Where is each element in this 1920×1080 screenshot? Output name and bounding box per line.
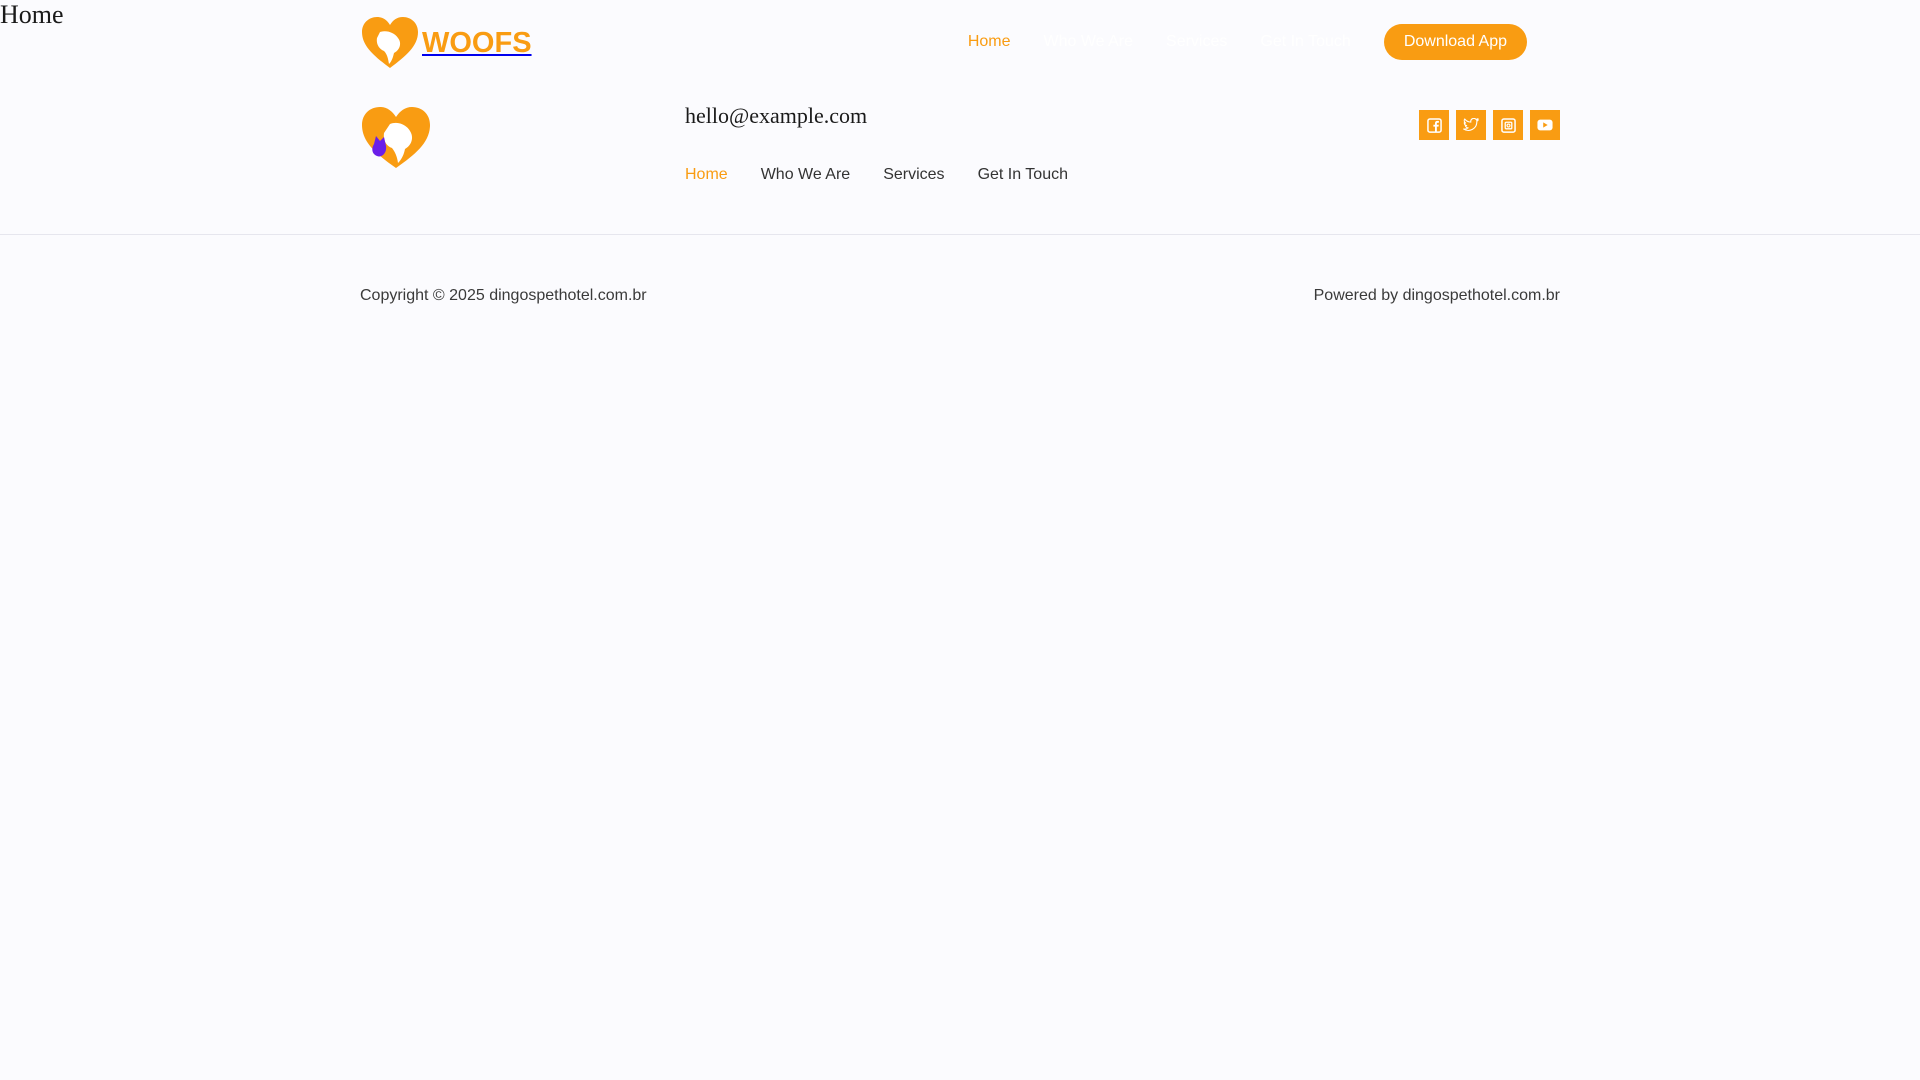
download-app-button[interactable]: Download App <box>1383 24 1527 60</box>
powered-by-text: Powered by dingospethotel.com.br <box>1313 287 1560 304</box>
nav2-who-we-are[interactable]: Who We Are <box>761 166 851 184</box>
instagram-link[interactable] <box>1493 110 1523 140</box>
social-links <box>1419 110 1560 140</box>
nav2-services[interactable]: Services <box>883 166 944 184</box>
nav-home[interactable]: Home <box>968 24 1011 60</box>
page-title: Home <box>0 0 64 29</box>
site-logo[interactable]: WOOFS <box>360 16 532 70</box>
dog-heart-logo-icon <box>362 17 418 68</box>
site-footer: Copyright © 2025 dingospethotel.com.br P… <box>0 235 1920 304</box>
youtube-icon <box>1537 119 1553 131</box>
logo-wordmark: WOOFS <box>422 26 532 59</box>
nav2-get-in-touch[interactable]: Get In Touch <box>978 166 1068 184</box>
dog-cat-heart-icon <box>362 107 430 168</box>
copyright-text: Copyright © 2025 dingospethotel.com.br <box>360 287 647 304</box>
youtube-link[interactable] <box>1530 110 1560 140</box>
twitter-link[interactable] <box>1456 110 1486 140</box>
heart-logo[interactable] <box>360 106 432 175</box>
secondary-nav: Home Who We Are Services Get In Touch <box>685 166 1101 184</box>
twitter-icon <box>1463 118 1479 131</box>
header-nav: Home Who We Are Services Get In Touch Do… <box>968 24 1560 60</box>
facebook-icon <box>1426 117 1442 133</box>
nav-services[interactable]: Services <box>1166 24 1227 60</box>
secondary-header: hello@example.com Home Who We Are Servic… <box>0 84 1920 235</box>
nav-who-we-are[interactable]: Who We Are <box>1044 24 1134 60</box>
contact-email: hello@example.com <box>685 103 868 128</box>
nav2-home[interactable]: Home <box>685 166 728 184</box>
nav-get-in-touch[interactable]: Get In Touch <box>1260 24 1350 60</box>
site-header: WOOFS Home Who We Are Services Get In To… <box>0 0 1920 84</box>
instagram-icon <box>1500 117 1516 133</box>
facebook-link[interactable] <box>1419 110 1449 140</box>
